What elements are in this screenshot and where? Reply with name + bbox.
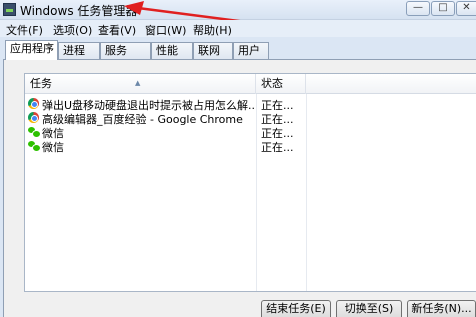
menu-help[interactable]: 帮助(H)	[193, 22, 232, 38]
menu-file[interactable]: 文件(F)	[6, 22, 43, 38]
column-label-task: 任务	[30, 77, 52, 90]
task-status: 正在...	[261, 141, 294, 154]
table-row[interactable]: 弹出U盘移动硬盘退出时提示被占用怎么解... 正在...	[25, 96, 476, 112]
menu-view[interactable]: 查看(V)	[98, 22, 136, 38]
task-manager-app-icon	[3, 3, 16, 16]
sort-ascending-icon: ▲	[135, 79, 141, 87]
switch-to-button[interactable]: 切换至(S)	[336, 300, 402, 317]
tab-services[interactable]: 服务	[100, 42, 151, 59]
menu-options[interactable]: 选项(O)	[53, 22, 92, 38]
new-task-button[interactable]: 新任务(N)...	[407, 300, 476, 317]
tab-strip: 应用程序 进程 服务 性能 联网 用户	[0, 37, 476, 60]
column-header-task[interactable]: 任务 ▲	[25, 74, 256, 94]
task-name: 微信	[42, 141, 64, 154]
column-header-status[interactable]: 状态	[256, 74, 306, 94]
tab-processes[interactable]: 进程	[58, 42, 100, 59]
table-row[interactable]: 微信 正在...	[25, 138, 476, 154]
wechat-icon	[28, 140, 41, 152]
chrome-icon	[28, 112, 39, 123]
tab-applications[interactable]: 应用程序	[5, 40, 58, 60]
window-title: Windows 任务管理器	[20, 4, 138, 18]
menu-bar: 文件(F) 选项(O) 查看(V) 窗口(W) 帮助(H)	[0, 20, 476, 37]
wechat-icon	[28, 126, 41, 138]
chrome-icon	[28, 98, 39, 109]
tab-performance[interactable]: 性能	[151, 42, 193, 59]
tab-networking[interactable]: 联网	[193, 42, 233, 59]
close-button[interactable]: ✕	[456, 1, 476, 16]
menu-window[interactable]: 窗口(W)	[145, 22, 186, 38]
task-list[interactable]: 任务 ▲ 状态 弹出U盘移动硬盘退出时提示被占用怎么解... 正在... 高级编…	[24, 73, 476, 292]
table-row[interactable]: 微信 正在...	[25, 124, 476, 140]
end-task-button[interactable]: 结束任务(E)	[261, 300, 331, 317]
tab-users[interactable]: 用户	[233, 42, 269, 59]
table-row[interactable]: 高级编辑器_百度经验 - Google Chrome 正在...	[25, 110, 476, 126]
maximize-button[interactable]: □	[431, 1, 455, 16]
title-bar: Windows 任务管理器 — □ ✕	[0, 0, 476, 20]
column-header-empty	[306, 74, 476, 94]
list-header: 任务 ▲ 状态	[25, 74, 476, 94]
minimize-button[interactable]: —	[406, 1, 430, 16]
